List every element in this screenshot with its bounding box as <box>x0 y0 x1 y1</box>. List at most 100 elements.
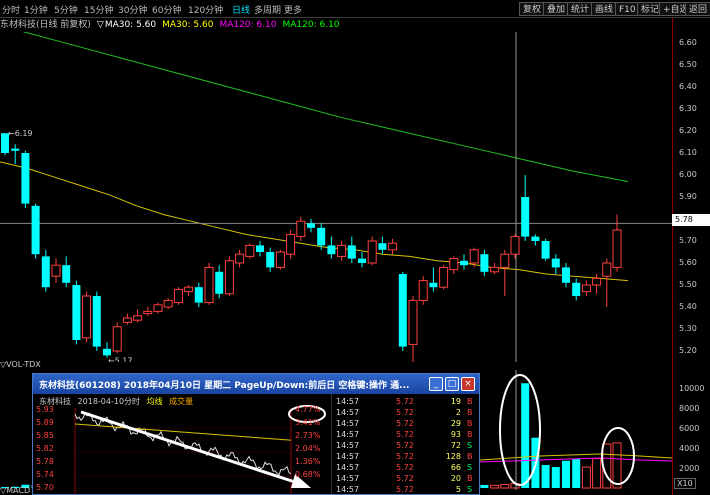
tick-time: 14:57 <box>336 419 360 428</box>
candle-down <box>72 280 81 345</box>
candle-body <box>275 251 285 268</box>
candle-body <box>531 236 540 241</box>
volume-unit-label: X10 <box>674 478 696 489</box>
candle-up <box>112 322 122 354</box>
candle-up <box>286 230 296 259</box>
macd-indicator-label[interactable]: ▽MACD <box>0 486 30 495</box>
tab-15min[interactable]: 15分钟 <box>84 3 113 16</box>
candle-body <box>378 243 387 250</box>
candle-up <box>51 258 61 283</box>
candle-up <box>500 249 510 296</box>
tab-timeshare[interactable]: 分时 <box>2 3 20 16</box>
maximize-button[interactable]: □ <box>445 377 459 391</box>
minimize-button[interactable]: _ <box>429 377 443 391</box>
indicator-toggle-icon[interactable]: ▽ <box>97 20 104 30</box>
tick-volume: 20 <box>450 474 461 483</box>
price-axis-label: 5.90 <box>679 192 697 201</box>
mini-price-label: 5.78 <box>36 457 54 466</box>
tab-120min[interactable]: 120分钟 <box>188 3 223 16</box>
tab-daily[interactable]: 日线 <box>232 3 250 16</box>
mini-price-label: 5.93 <box>36 405 54 414</box>
candle-down <box>327 236 336 259</box>
candle-body <box>173 288 183 304</box>
vol-indicator-label[interactable]: ▽VOL-TDX <box>0 360 41 369</box>
price-axis-label: 6.00 <box>679 170 697 179</box>
adjust-button[interactable]: 复权 <box>519 2 546 16</box>
candlestick-chart[interactable]: ←6.19 ←5.17 <box>0 32 672 362</box>
candle-down <box>460 254 468 270</box>
intraday-popup-window[interactable]: 东材科技(601208) 2018年04月10日 星期二 PageUp/Down… <box>32 373 480 495</box>
candle-body <box>245 244 255 257</box>
tick-time: 14:57 <box>336 474 360 483</box>
candle-body <box>367 240 377 264</box>
tick-list[interactable]: 14:57 5.72 19 B 14:57 5.72 2 B 14:57 5.72 29 B 14:57… <box>331 394 479 494</box>
tick-price: 5.72 <box>396 419 414 428</box>
tick-volume: 93 <box>450 430 461 439</box>
candle-body <box>122 317 132 323</box>
volume-axis-label: 8000 <box>679 404 700 413</box>
tick-row: 14:57 5.72 93 B <box>332 429 479 440</box>
tab-5min[interactable]: 5分钟 <box>54 3 78 16</box>
candle-body <box>358 258 366 263</box>
stats-button[interactable]: 统计 <box>567 2 594 16</box>
volume-bar <box>500 484 510 489</box>
candle-body <box>133 315 143 321</box>
candle-down <box>531 234 540 246</box>
candle-down <box>41 249 50 292</box>
close-button[interactable]: × <box>461 377 475 391</box>
candle-body <box>153 304 163 312</box>
tick-time: 14:57 <box>336 430 360 439</box>
candle-body <box>204 266 214 304</box>
candle-body <box>215 271 224 294</box>
tick-volume: 19 <box>450 397 461 406</box>
candle-body <box>112 326 122 352</box>
volume-bar <box>480 484 489 488</box>
price-axis-label: 6.50 <box>679 60 697 69</box>
mini-percent-label: 2.73% <box>295 431 321 440</box>
tick-row: 14:57 5.72 5 S <box>332 484 479 494</box>
f10-button[interactable]: F10 <box>615 2 640 16</box>
mini-chart-header: 东材科技 2018-04-10分时 均线 成交量 <box>39 396 197 407</box>
candle-body <box>551 258 560 268</box>
candle-up <box>153 302 163 314</box>
mini-avg-line <box>74 423 292 441</box>
candle-up <box>163 298 173 310</box>
candle-up <box>418 276 428 305</box>
tab-multi-period[interactable]: 多周期 <box>254 3 281 16</box>
tick-time: 14:57 <box>336 452 360 461</box>
tick-price: 5.72 <box>396 485 414 494</box>
price-axis-label: 6.20 <box>679 126 697 135</box>
tick-row: 14:57 5.72 29 B <box>332 418 479 429</box>
draw-line-button[interactable]: 画线 <box>591 2 618 16</box>
popup-titlebar[interactable]: 东材科技(601208) 2018年04月10日 星期二 PageUp/Down… <box>33 374 479 394</box>
tab-30min[interactable]: 30分钟 <box>118 3 147 16</box>
candle-up <box>122 313 132 325</box>
candle-body <box>592 277 602 286</box>
candle-body <box>612 229 622 268</box>
candle-up <box>367 236 377 266</box>
candle-body <box>62 265 71 283</box>
candle-down <box>194 282 203 307</box>
volume-axis-label: 4000 <box>679 444 700 453</box>
candle-up <box>245 243 255 259</box>
tick-volume: 72 <box>450 441 461 450</box>
candle-body <box>317 227 326 246</box>
tab-1min[interactable]: 1分钟 <box>24 3 48 16</box>
intraday-mini-chart[interactable] <box>33 394 331 494</box>
tab-60min[interactable]: 60分钟 <box>152 3 181 16</box>
candle-body <box>388 242 398 251</box>
price-axis-label: 6.40 <box>679 82 697 91</box>
back-button[interactable]: 返回 <box>685 2 710 16</box>
tick-side: B <box>467 452 473 461</box>
candle-up <box>82 291 92 343</box>
candle-body <box>541 241 550 259</box>
tab-more[interactable]: 更多 <box>284 3 302 16</box>
mini-price-label: 5.89 <box>36 418 54 427</box>
price-axis-label: 5.30 <box>679 324 697 333</box>
overlay-button[interactable]: 叠加 <box>543 2 570 16</box>
mini-percent-label: 4.77% <box>295 405 321 414</box>
volume-bar <box>592 458 602 489</box>
candle-body <box>490 266 500 273</box>
candle-down <box>429 267 438 292</box>
candle-body <box>429 282 438 288</box>
